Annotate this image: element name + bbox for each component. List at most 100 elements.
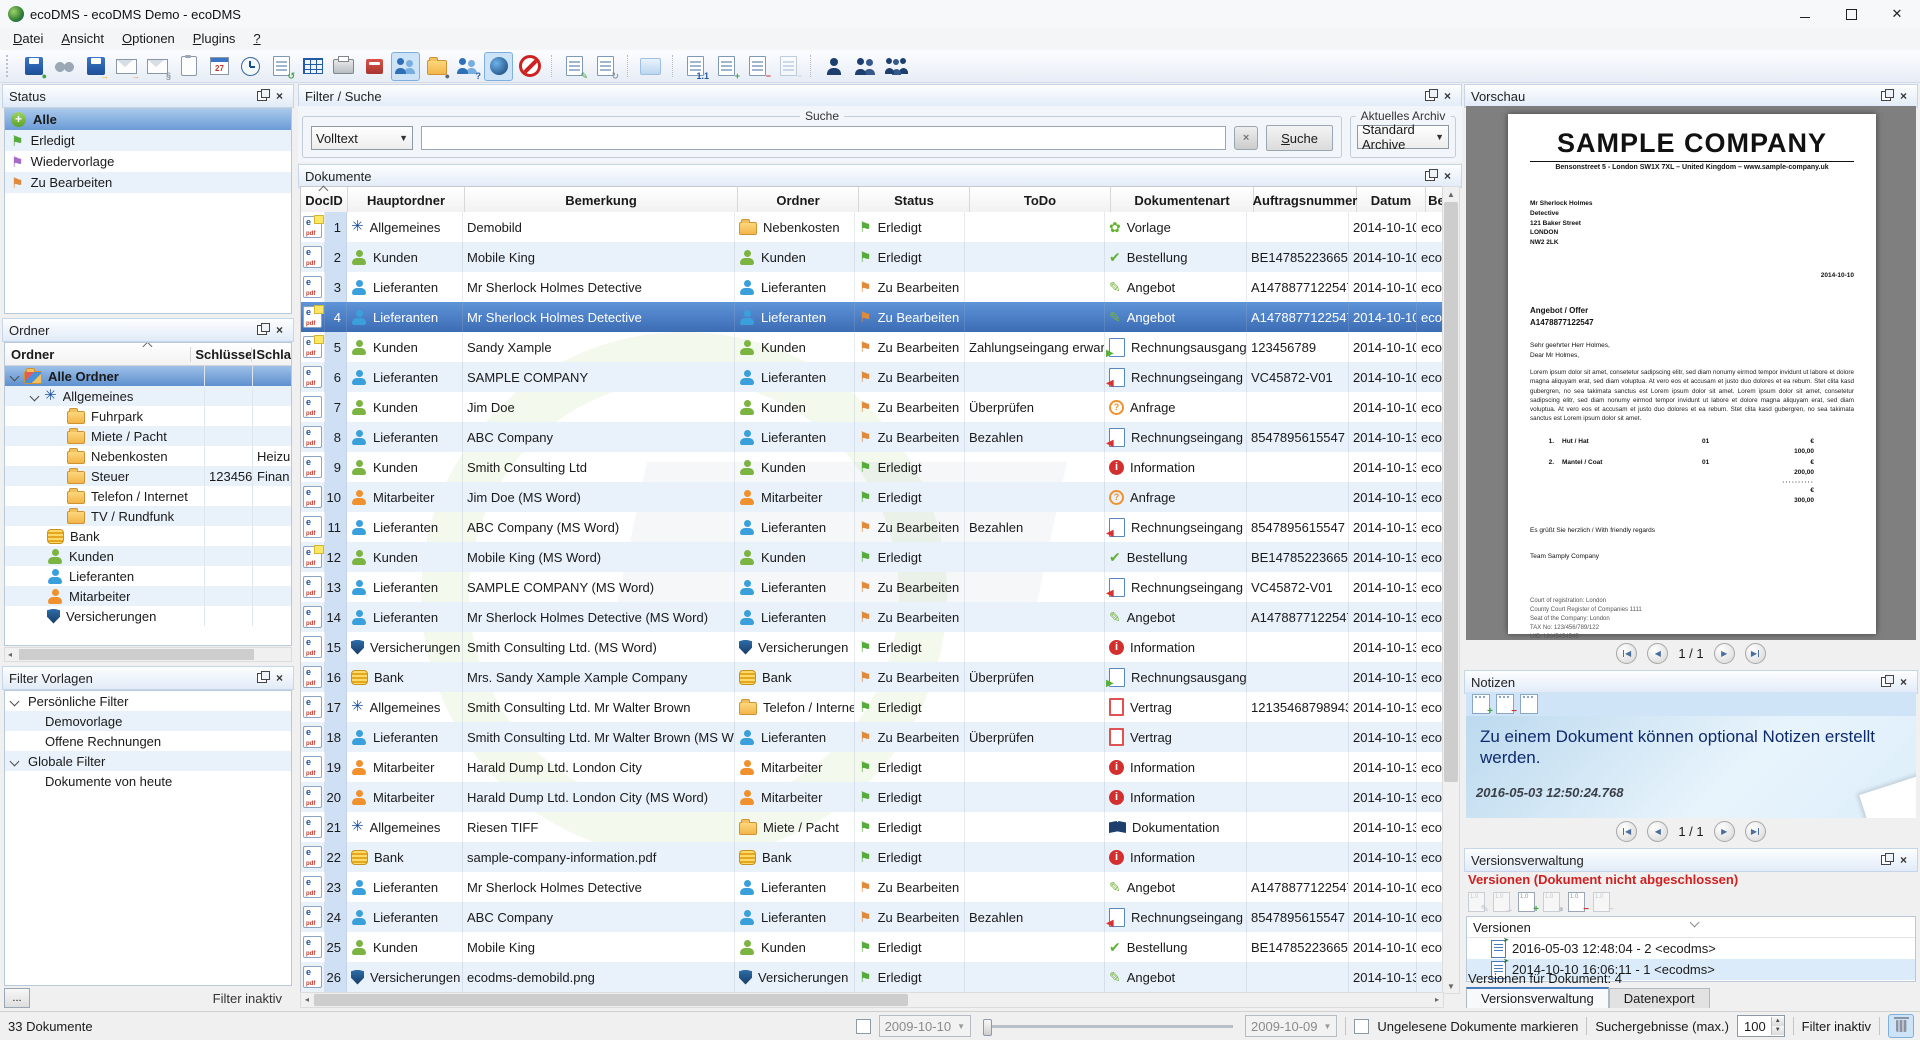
table-row[interactable]: epdf7KundenJim DoeKunden⚑Zu BearbeitenÜb…	[301, 392, 1444, 422]
last-note-button[interactable]: ▶	[1745, 821, 1766, 842]
edit-classification-icon[interactable]: ✎	[560, 52, 589, 81]
table-row[interactable]: epdf3LieferantenMr Sherlock Holmes Detec…	[301, 272, 1444, 302]
resubmission-calendar-icon[interactable]	[205, 52, 234, 81]
version-discard-icon[interactable]: −	[774, 52, 803, 81]
archive-dropdown[interactable]: Standard Archive▼	[1357, 125, 1449, 149]
table-row[interactable]: epdf23LieferantenMr Sherlock Holmes Dete…	[301, 872, 1444, 902]
undock-icon[interactable]	[254, 323, 269, 338]
filter-template-demovorlage[interactable]: Demovorlage	[5, 711, 291, 731]
status-item-alle[interactable]: +Alle	[5, 109, 291, 130]
preview-zoom-icon[interactable]	[484, 52, 513, 81]
folder-tree-item-fuhrpark[interactable]: Fuhrpark	[5, 406, 291, 426]
column-header-status[interactable]: Status	[859, 187, 970, 213]
menu-item-plugins[interactable]: Plugins	[184, 28, 245, 50]
folder-preview-icon[interactable]: ●	[422, 52, 451, 81]
close-icon[interactable]: ×	[1896, 675, 1911, 690]
folder-tree-item-bank[interactable]: Bank	[5, 526, 291, 546]
date-filter-checkbox[interactable]	[856, 1019, 871, 1034]
date-to-field[interactable]: 2009-10-09▼	[1245, 1015, 1337, 1037]
table-row[interactable]: epdf6LieferantenSAMPLE COMPANYLieferante…	[301, 362, 1444, 392]
close-icon[interactable]: ×	[1896, 89, 1911, 104]
more-filters-button[interactable]: ...	[4, 988, 30, 1008]
table-row[interactable]: epdf8LieferantenABC CompanyLieferanten⚑Z…	[301, 422, 1444, 452]
next-page-button[interactable]: ▶	[1714, 643, 1735, 664]
column-header-dokumentenart[interactable]: Dokumentenart	[1111, 187, 1254, 213]
maximize-button[interactable]	[1828, 0, 1874, 28]
table-row[interactable]: epdf10MitarbeiterJim Doe (MS Word)Mitarb…	[301, 482, 1444, 512]
documents-vscrollbar[interactable]: ▲ ▼	[1442, 186, 1460, 994]
reclassify-icon[interactable]: ↻	[591, 52, 620, 81]
mark-unread-checkbox[interactable]	[1354, 1019, 1369, 1034]
table-row[interactable]: epdf1✳AllgemeinesDemobildNebenkosten⚑Erl…	[301, 212, 1444, 242]
send-mail-icon[interactable]: →	[112, 52, 141, 81]
table-row[interactable]: epdf19MitarbeiterHarald Dump Ltd. London…	[301, 752, 1444, 782]
folder-tree-item-allgemeines[interactable]: ✳Allgemeines	[5, 386, 291, 406]
user-add-icon[interactable]	[819, 52, 848, 81]
folder-tree-item-alle-ordner[interactable]: Alle Ordner	[5, 366, 291, 386]
version-item[interactable]: 2016-05-03 12:48:04 - 2 <ecodms>	[1467, 938, 1915, 959]
table-row[interactable]: epdf21✳AllgemeinesRiesen TIFFMiete / Pac…	[301, 812, 1444, 842]
table-row[interactable]: epdf18LieferantenSmith Consulting Ltd. M…	[301, 722, 1444, 752]
expander-icon[interactable]	[30, 391, 40, 401]
column-header-hauptordner[interactable]: Hauptordner	[348, 187, 465, 213]
clear-search-icon[interactable]: ×	[1234, 126, 1258, 150]
delete-note-icon[interactable]: −	[1496, 694, 1514, 714]
version-lock-icon[interactable]: ●	[1543, 892, 1560, 912]
folders-hscrollbar[interactable]: ◂	[4, 647, 292, 662]
folder-tree-item-steuer[interactable]: Steuer123456Finan	[5, 466, 291, 486]
date-from-field[interactable]: 2009-10-10▼	[879, 1015, 971, 1037]
export-document-icon[interactable]: →	[81, 52, 110, 81]
close-icon[interactable]: ×	[272, 323, 287, 338]
status-item-erledigt[interactable]: ⚑Erledigt	[5, 130, 291, 151]
documents-table-header[interactable]: DocIDHauptordnerBemerkungOrdnerStatusToD…	[300, 186, 1460, 214]
view-note-icon[interactable]	[1520, 694, 1538, 714]
filter-group-globale-filter[interactable]: Globale Filter	[5, 751, 291, 771]
history-icon[interactable]	[236, 52, 265, 81]
status-item-wiedervorlage[interactable]: ⚑Wiedervorlage	[5, 151, 291, 172]
date-range-slider[interactable]	[983, 1025, 1233, 1028]
version-delete-icon[interactable]: −	[1568, 892, 1585, 912]
minimize-button[interactable]	[1782, 0, 1828, 28]
print-icon[interactable]	[329, 52, 358, 81]
last-page-button[interactable]: ▶	[1745, 643, 1766, 664]
menu-item-ansicht[interactable]: Ansicht	[52, 28, 113, 50]
table-row[interactable]: epdf16BankMrs. Sandy Xample Xample Compa…	[301, 662, 1444, 692]
restore-document-icon[interactable]: ↺	[267, 52, 296, 81]
column-header-ordner[interactable]: Ordner	[738, 187, 859, 213]
note-content[interactable]: Zu einem Dokument können optional Notize…	[1466, 716, 1916, 818]
column-header-docid[interactable]: DocID	[301, 187, 348, 213]
version-document-icon[interactable]: 1.1	[681, 52, 710, 81]
user-search-icon[interactable]: ?	[453, 52, 482, 81]
folder-tree-item-miete-pacht[interactable]: Miete / Pacht	[5, 426, 291, 446]
cancel-icon[interactable]	[515, 52, 544, 81]
version-add-icon[interactable]: +	[1518, 892, 1535, 912]
close-icon[interactable]: ×	[1440, 89, 1455, 104]
archive-save-icon[interactable]: ●	[19, 52, 48, 81]
folder-tree-item-tv-rundfunk[interactable]: TV / Rundfunk	[5, 506, 291, 526]
inbox-archive-icon[interactable]	[360, 52, 389, 81]
table-row[interactable]: epdf13LieferantenSAMPLE COMPANY (MS Word…	[301, 572, 1444, 602]
version-checkout-icon[interactable]: →	[1493, 892, 1510, 912]
folder-tree-item-versicherungen[interactable]: Versicherungen	[5, 606, 291, 626]
next-note-button[interactable]: ▶	[1714, 821, 1735, 842]
close-icon[interactable]: ×	[272, 671, 287, 686]
table-row[interactable]: epdf12KundenMobile King (MS Word)Kunden⚑…	[301, 542, 1444, 572]
folder-tree-item-lieferanten[interactable]: Lieferanten	[5, 566, 291, 586]
prev-page-button[interactable]: ◀	[1647, 643, 1668, 664]
tab-datenexport[interactable]: Datenexport	[1609, 988, 1710, 1008]
browse-documents-icon[interactable]	[50, 52, 79, 81]
table-row[interactable]: epdf22Banksample-company-information.pdf…	[301, 842, 1444, 872]
undock-icon[interactable]	[1878, 89, 1893, 104]
menu-item-datei[interactable]: Datei	[4, 28, 52, 50]
filter-group-persönliche-filter[interactable]: Persönliche Filter	[5, 691, 291, 711]
user-admin-icon[interactable]	[881, 52, 910, 81]
table-row[interactable]: epdf20MitarbeiterHarald Dump Ltd. London…	[301, 782, 1444, 812]
table-row[interactable]: epdf26Versicherungenecodms-demobild.pngV…	[301, 962, 1444, 992]
clipboard-icon[interactable]	[174, 52, 203, 81]
undock-icon[interactable]	[254, 671, 269, 686]
undock-icon[interactable]	[254, 89, 269, 104]
table-row[interactable]: epdf5KundenSandy XampleKunden⚑Zu Bearbei…	[301, 332, 1444, 362]
results-spinner[interactable]: 100 ▲▼	[1737, 1015, 1785, 1037]
table-row[interactable]: epdf2KundenMobile KingKunden⚑Erledigt✔Be…	[301, 242, 1444, 272]
close-button[interactable]: ✕	[1874, 0, 1920, 28]
